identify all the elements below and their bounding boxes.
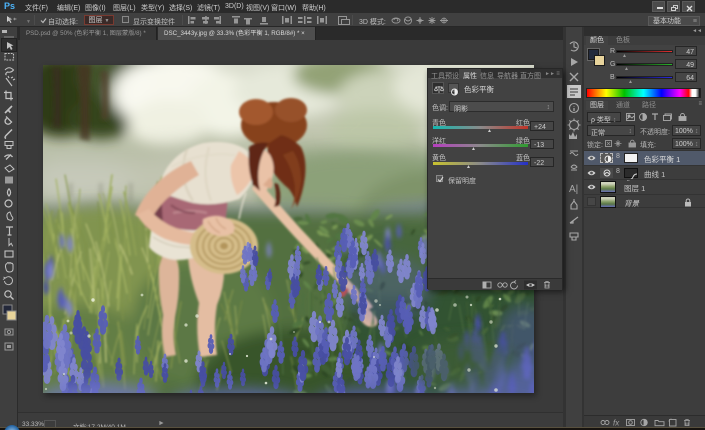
svg-text:A|: A| — [569, 184, 578, 195]
svg-text:fx: fx — [613, 419, 620, 428]
